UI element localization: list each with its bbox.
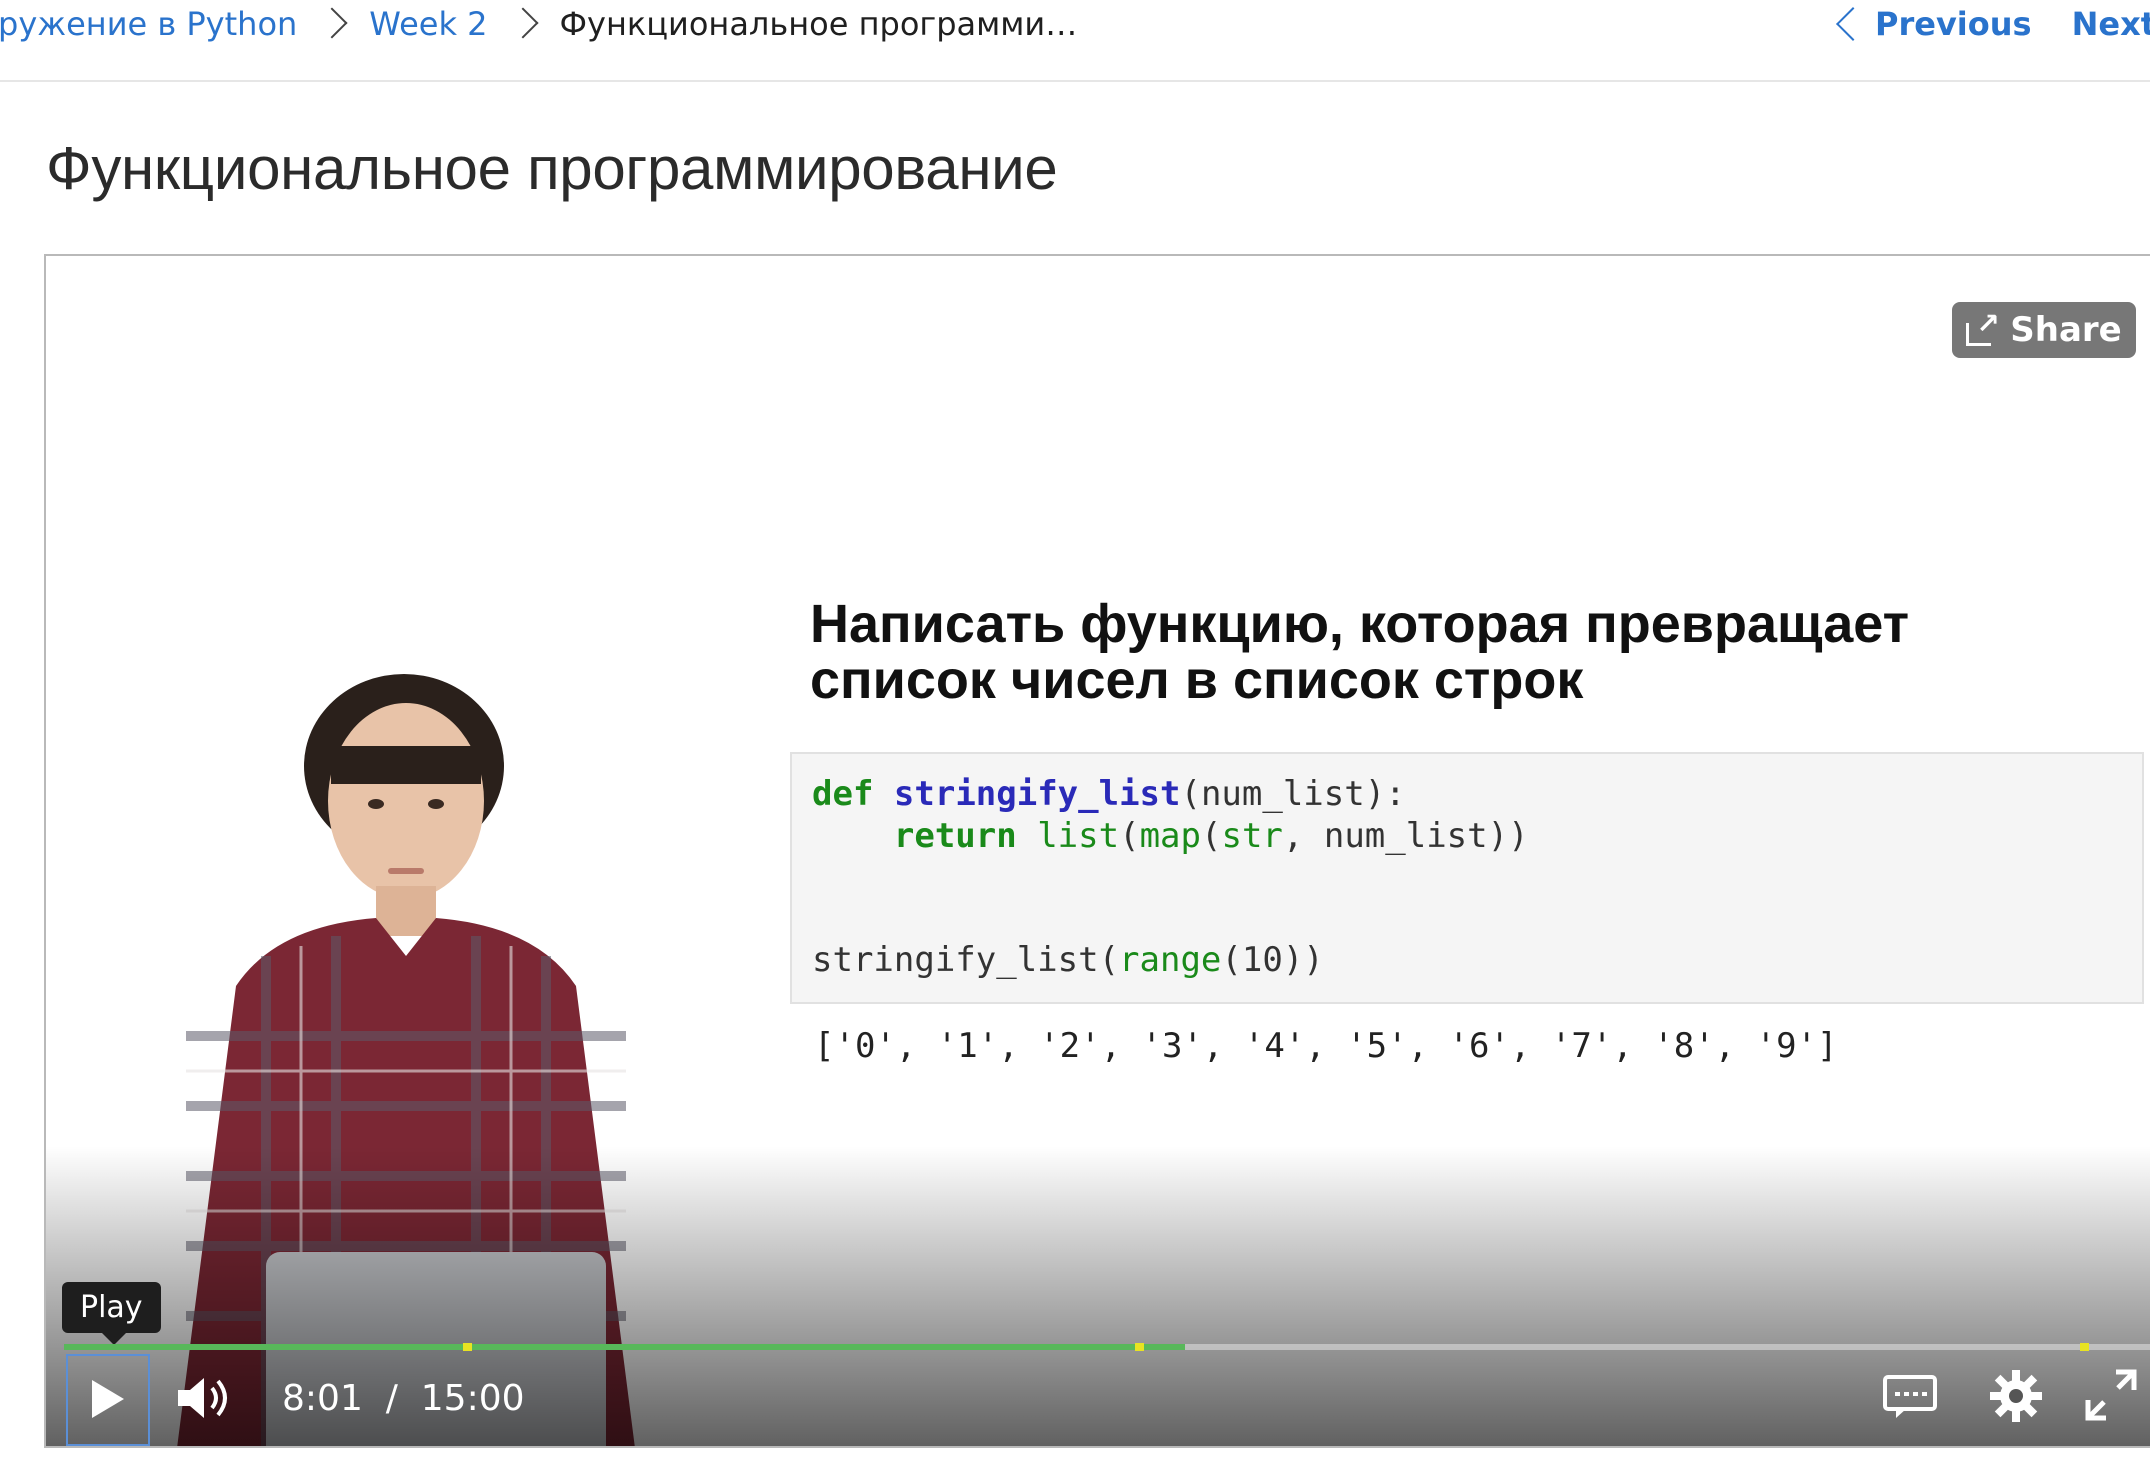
chapter-marker [1135,1343,1144,1351]
code-text: (num_list): [1180,774,1406,814]
fullscreen-icon[interactable] [2082,1366,2140,1424]
code-text: ( [1119,816,1140,856]
play-button[interactable] [66,1354,150,1446]
chevron-right-icon [502,4,546,44]
slide-heading-line: список чисел в список строк [810,650,1584,710]
duration: 15:00 [420,1378,525,1419]
next-button[interactable]: Next [2072,5,2150,43]
code-builtin: list [1037,816,1120,856]
progress-bar[interactable] [64,1343,2150,1351]
page-title: Функциональное программирование [46,135,1058,202]
share-button[interactable]: Share [1952,302,2136,358]
progress-fill [64,1344,1186,1350]
breadcrumb-week-link[interactable]: Week 2 [369,5,487,43]
video-player[interactable]: Share Написать функцию, которая превраща… [44,254,2150,1448]
code-text: ( [1201,816,1222,856]
code-keyword: def [812,774,874,814]
code-text: , num_list)) [1282,816,1529,856]
chapter-marker [2080,1343,2089,1351]
previous-button[interactable]: Previous [1875,5,2032,43]
share-icon [1966,307,2000,346]
current-time: 8:01 [282,1378,363,1419]
breadcrumb-course-link[interactable]: ружение в Python [0,5,297,43]
gear-icon[interactable] [1986,1366,2046,1426]
code-cell: def stringify_list(num_list): return lis… [790,752,2144,1004]
code-output: ['0', '1', '2', '3', '4', '5', '6', '7',… [814,1026,1838,1066]
code-builtin: range [1119,940,1222,980]
top-nav-bar: ружение в Python Week 2 Функциональное п… [0,0,2150,82]
code-line: stringify_list(range(10)) [812,940,1324,980]
chevron-left-icon[interactable] [1827,4,1863,44]
code-line: return list(map(str, num_list)) [812,816,1529,856]
slide-heading-line: Написать функцию, которая превращает [810,594,1910,654]
time-separator: / [385,1378,398,1419]
chapter-marker [463,1343,472,1351]
code-line: def stringify_list(num_list): [812,774,1406,814]
time-display: 8:01 / 15:00 [282,1378,525,1419]
slide-heading: Написать функцию, которая превращает спи… [810,596,2010,708]
code-text: stringify_list( [812,940,1120,980]
breadcrumb: ружение в Python Week 2 Функциональное п… [0,0,1077,48]
code-keyword: return [893,816,1017,856]
presenter-image [177,674,635,1446]
code-function-name: stringify_list [893,774,1181,814]
volume-icon[interactable] [172,1368,232,1428]
share-label: Share [2010,310,2122,350]
code-text: (10)) [1221,940,1324,980]
lesson-navigation: Previous Next [1827,0,2150,48]
code-builtin: map [1139,816,1201,856]
breadcrumb-current-item: Функциональное программи… [559,5,1078,43]
chevron-right-icon [311,4,355,44]
play-tooltip: Play [62,1282,161,1345]
captions-icon[interactable] [1882,1374,1938,1420]
code-builtin: str [1221,816,1283,856]
